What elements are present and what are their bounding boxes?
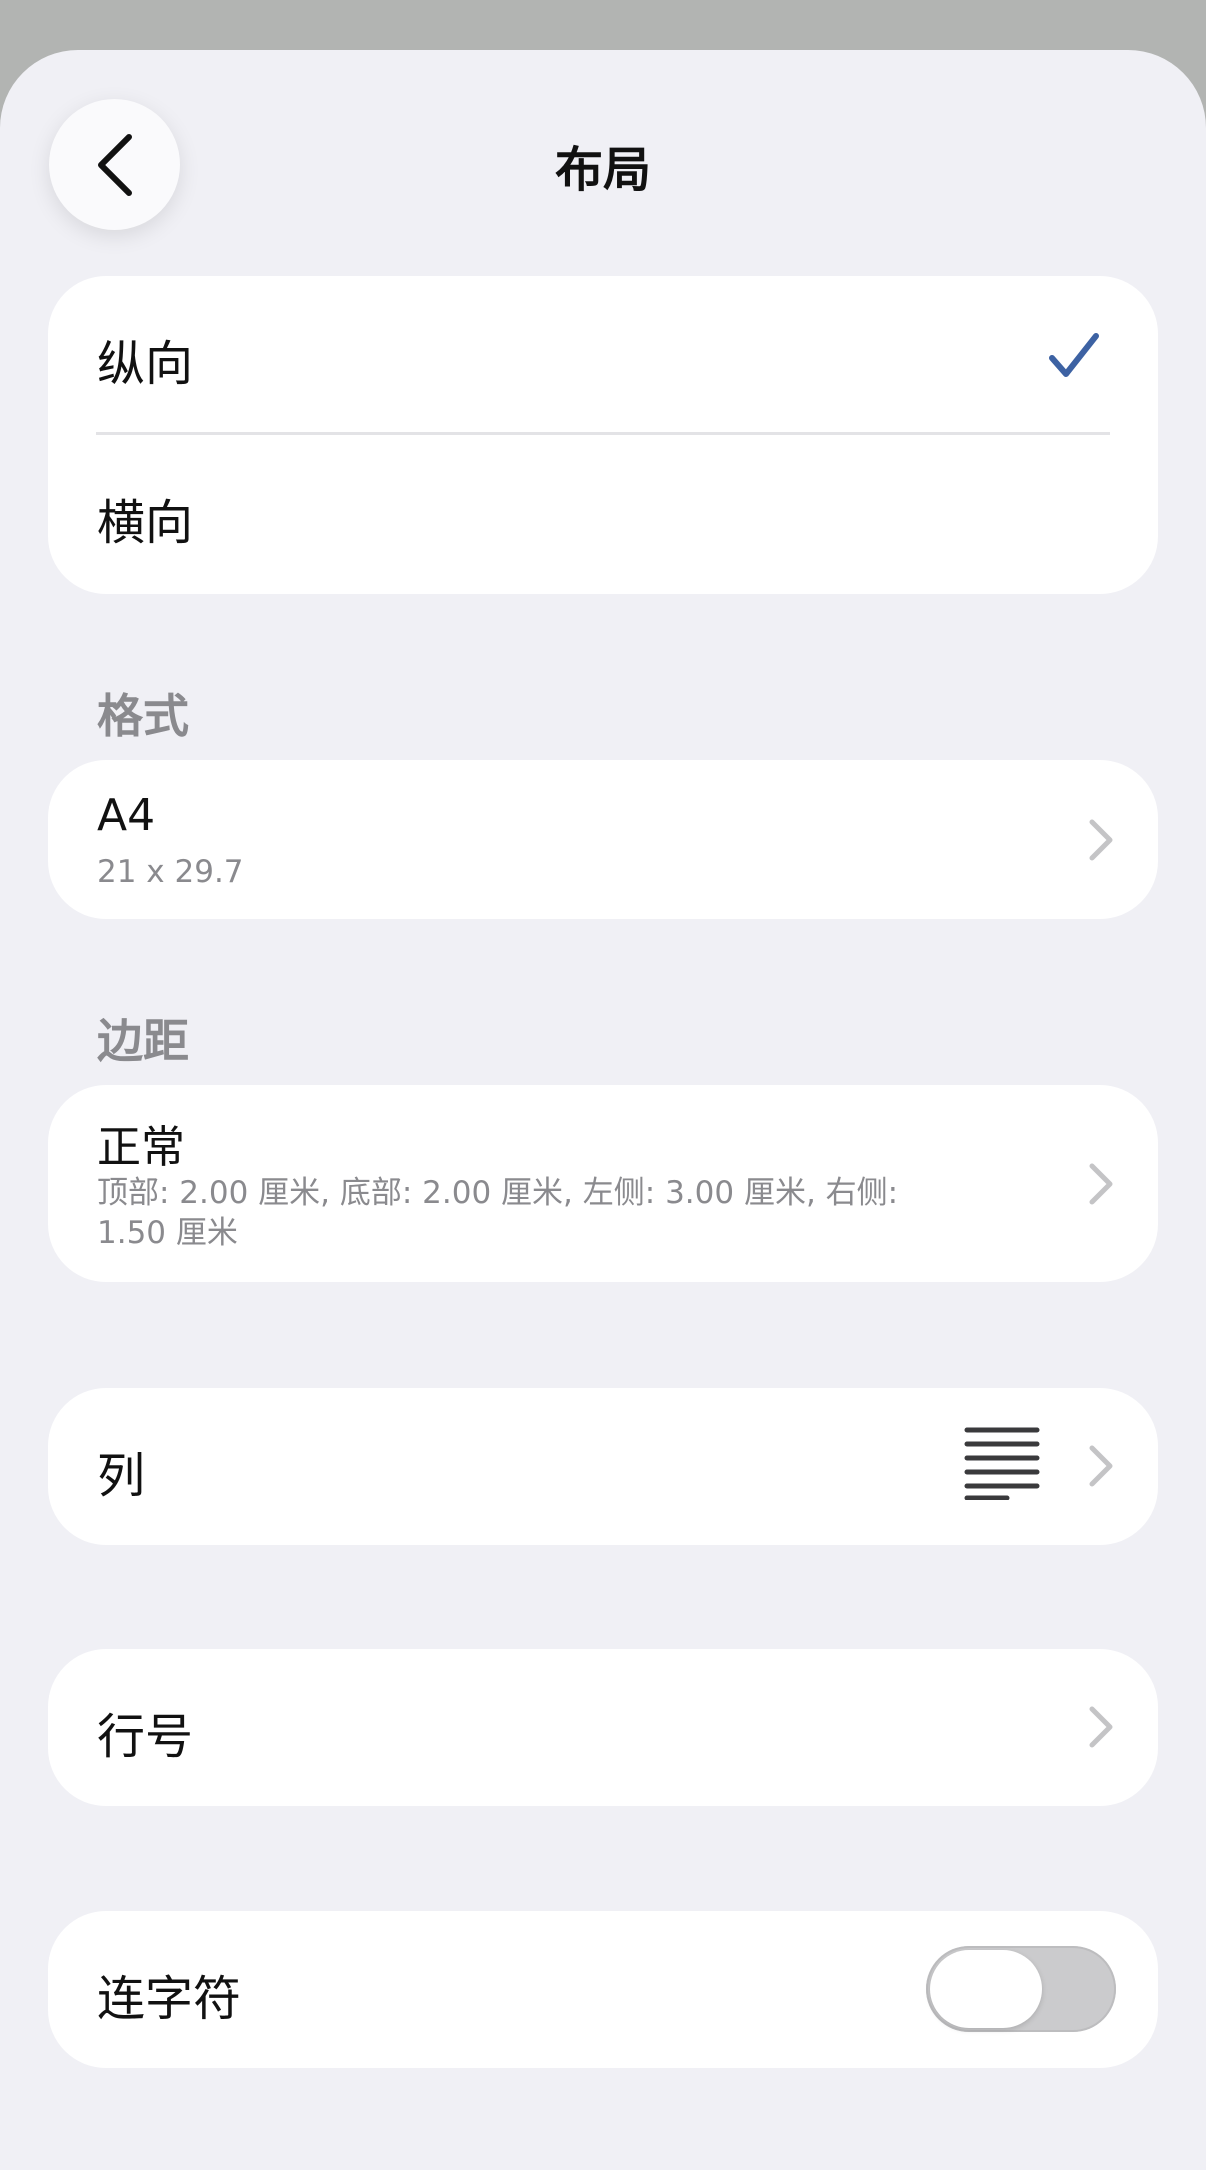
chevron-right-icon bbox=[1089, 819, 1113, 861]
format-section-header: 格式 bbox=[97, 689, 189, 743]
portrait-label: 纵向 bbox=[97, 336, 194, 392]
format-title: A4 bbox=[97, 790, 156, 841]
margins-subtitle-line1: 顶部: 2.00 厘米, 底部: 2.00 厘米, 左侧: 3.00 厘米, 右… bbox=[97, 1175, 899, 1211]
orientation-portrait-row[interactable]: 纵向 bbox=[48, 276, 1158, 434]
margins-subtitle-line2: 1.50 厘米 bbox=[97, 1215, 238, 1251]
checkmark-icon bbox=[1049, 333, 1099, 377]
columns-label: 列 bbox=[97, 1448, 146, 1504]
format-subtitle: 21 x 29.7 bbox=[97, 854, 244, 890]
format-row[interactable]: A4 21 x 29.7 bbox=[48, 760, 1158, 919]
chevron-right-icon bbox=[1089, 1706, 1113, 1748]
hyphenation-label: 连字符 bbox=[97, 1971, 242, 2027]
layout-sheet: 布局 纵向 横向 格式 A4 21 x 29.7 边距 正常 顶部: 2.00 … bbox=[0, 50, 1206, 2170]
columns-icon bbox=[964, 1427, 1040, 1500]
hyphenation-row: 连字符 bbox=[48, 1911, 1158, 2068]
page-title: 布局 bbox=[554, 142, 651, 198]
chevron-right-icon bbox=[1089, 1445, 1113, 1487]
toggle-knob bbox=[930, 1950, 1042, 2028]
chevron-right-icon bbox=[1089, 1163, 1113, 1205]
orientation-group: 纵向 横向 bbox=[48, 276, 1158, 594]
columns-row[interactable]: 列 bbox=[48, 1388, 1158, 1545]
line-numbers-label: 行号 bbox=[97, 1709, 194, 1765]
hyphenation-toggle[interactable] bbox=[926, 1946, 1116, 2032]
landscape-label: 横向 bbox=[97, 495, 194, 551]
orientation-landscape-row[interactable]: 横向 bbox=[48, 435, 1158, 594]
margins-row[interactable]: 正常 顶部: 2.00 厘米, 底部: 2.00 厘米, 左侧: 3.00 厘米… bbox=[48, 1085, 1158, 1282]
line-numbers-row[interactable]: 行号 bbox=[48, 1649, 1158, 1806]
margins-section-header: 边距 bbox=[97, 1014, 189, 1068]
margins-title: 正常 bbox=[97, 1122, 185, 1173]
